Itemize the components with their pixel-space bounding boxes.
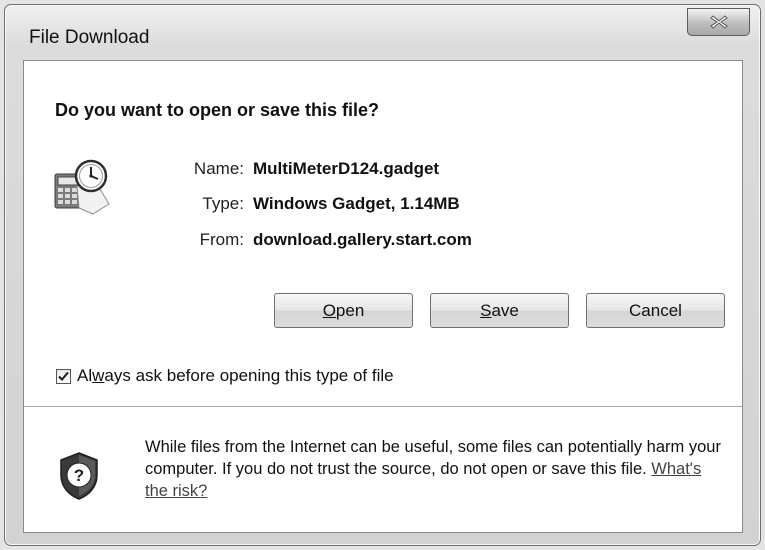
close-button[interactable] xyxy=(687,8,750,36)
always-ask-label: Always ask before opening this type of f… xyxy=(77,366,394,386)
file-download-window: File Download Do you want to open or sav… xyxy=(4,4,761,546)
security-warning: While files from the Internet can be use… xyxy=(145,436,725,502)
file-name-value: MultiMeterD124.gadget xyxy=(253,159,440,178)
close-icon xyxy=(709,15,728,29)
window-title: File Download xyxy=(29,27,150,48)
open-accesskey: O xyxy=(322,300,336,320)
open-label-post: pen xyxy=(335,300,365,320)
always-ask-label-pre: Al xyxy=(77,366,93,385)
always-ask-option[interactable]: Always ask before opening this type of f… xyxy=(56,365,394,387)
cancel-button[interactable]: Cancel xyxy=(586,293,725,328)
field-label: From: xyxy=(199,230,244,249)
always-ask-label-post: ays ask before opening this type of file xyxy=(104,366,394,385)
shield-question-icon: ? xyxy=(60,452,98,500)
file-type-value: Windows Gadget, 1.14MB xyxy=(253,194,460,213)
open-button[interactable]: Open xyxy=(274,293,413,328)
always-ask-checkbox[interactable] xyxy=(56,368,71,384)
dialog-body: Do you want to open or save this file? N… xyxy=(23,60,743,533)
calculator-clock-icon xyxy=(54,159,110,215)
field-label: Name: xyxy=(193,159,244,178)
section-divider xyxy=(24,406,742,407)
dialog-heading: Do you want to open or save this file? xyxy=(55,100,380,120)
checkmark-icon xyxy=(58,371,69,381)
always-ask-accesskey: w xyxy=(92,366,105,385)
save-label-post: ave xyxy=(491,300,519,320)
warning-text: While files from the Internet can be use… xyxy=(145,438,721,478)
file-source-value: download.gallery.start.com xyxy=(253,230,472,249)
save-accesskey: S xyxy=(480,300,492,320)
field-label: Type: xyxy=(202,194,244,213)
save-button[interactable]: Save xyxy=(430,293,569,328)
svg-text:?: ? xyxy=(74,466,84,485)
